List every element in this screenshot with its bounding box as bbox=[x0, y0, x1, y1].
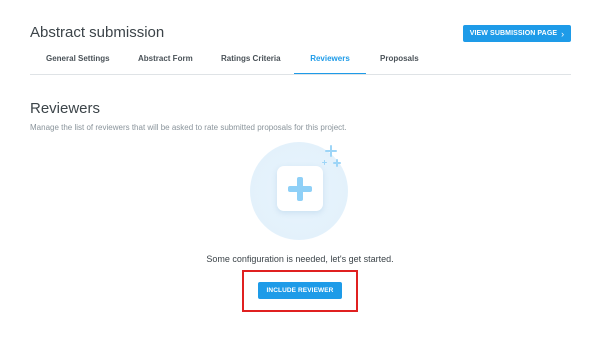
tab-abstract-form[interactable]: Abstract Form bbox=[138, 54, 193, 74]
add-plus-icon bbox=[288, 176, 312, 201]
tab-general-settings[interactable]: General Settings bbox=[46, 54, 110, 74]
empty-state-illustration bbox=[250, 142, 350, 242]
sparkle-plus-icon bbox=[325, 145, 337, 157]
page-header: Abstract submission VIEW SUBMISSION PAGE… bbox=[0, 0, 600, 76]
view-submission-page-button[interactable]: VIEW SUBMISSION PAGE › bbox=[463, 25, 571, 42]
sparkle-plus-icon bbox=[322, 160, 327, 165]
tab-ratings-criteria[interactable]: Ratings Criteria bbox=[221, 54, 281, 74]
chevron-right-icon: › bbox=[561, 28, 565, 39]
tabs-divider bbox=[30, 74, 571, 75]
tab-reviewers[interactable]: Reviewers bbox=[294, 54, 366, 75]
include-reviewer-button[interactable]: INCLUDE REVIEWER bbox=[258, 282, 342, 299]
reviewers-panel: Reviewers Manage the list of reviewers t… bbox=[0, 76, 600, 341]
empty-state-message: Some configuration is needed, let's get … bbox=[206, 254, 394, 264]
sparkle-plus-icon bbox=[333, 159, 341, 167]
view-submission-page-label: VIEW SUBMISSION PAGE bbox=[469, 30, 558, 37]
tab-proposals[interactable]: Proposals bbox=[380, 54, 419, 74]
illustration-card bbox=[277, 166, 323, 211]
page-title: Abstract submission bbox=[30, 24, 165, 41]
section-description: Manage the list of reviewers that will b… bbox=[30, 123, 347, 132]
section-title: Reviewers bbox=[30, 100, 101, 117]
